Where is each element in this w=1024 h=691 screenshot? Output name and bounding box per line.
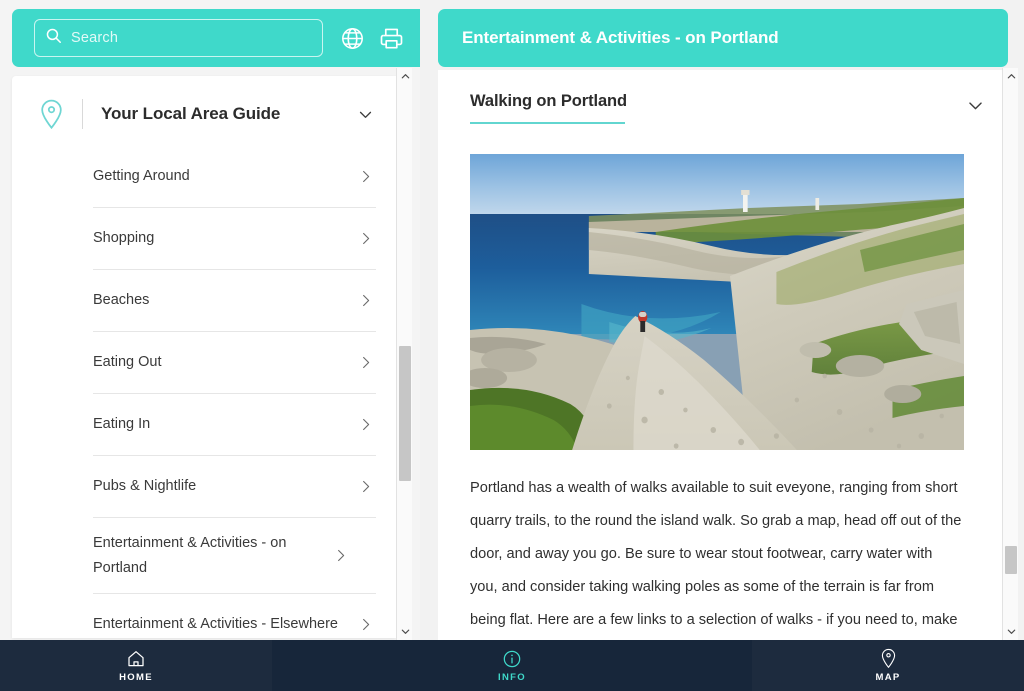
article-paragraph: Portland has a wealth of walks available… <box>470 480 962 628</box>
article-title: Walking on Portland <box>470 92 627 110</box>
sidebar-item-entertainment-elsewhere[interactable]: Entertainment & Activities - Elsewhere <box>93 593 376 638</box>
header-divider <box>82 99 83 129</box>
article-card: Walking on Portland Portland has a wealt… <box>438 70 1008 640</box>
info-icon <box>502 648 522 669</box>
content-pane: Entertainment & Activities - on Portland… <box>438 0 1024 640</box>
bottom-nav-label: INFO <box>498 672 526 683</box>
sidebar-item-label: Shopping <box>93 230 155 246</box>
bottom-nav-info[interactable]: INFO <box>272 640 752 691</box>
sidebar-item-label: Eating Out <box>93 354 162 370</box>
scrollbar-thumb[interactable] <box>399 346 411 481</box>
content-header-bar: Entertainment & Activities - on Portland <box>438 9 1008 67</box>
content-scrollbar[interactable] <box>1002 68 1018 640</box>
sidebar-item-label: Eating In <box>93 416 151 432</box>
bottom-nav-label: MAP <box>875 672 901 683</box>
left-pane: Your Local Area Guide Getting Around <box>0 0 420 640</box>
sidebar-item-pubs-nightlife[interactable]: Pubs & Nightlife <box>93 455 376 517</box>
sidebar-nav-list: Getting Around Shopping Beaches Eating O… <box>93 145 396 638</box>
sidebar-scrollbar[interactable] <box>396 68 412 640</box>
sidebar-title: Your Local Area Guide <box>101 104 281 123</box>
bottom-nav-label: HOME <box>119 672 153 683</box>
search-toolbar <box>12 9 420 67</box>
chevron-down-icon[interactable] <box>354 103 376 125</box>
search-icon <box>45 27 62 49</box>
bottom-navigation: HOME INFO MAP <box>0 640 1024 691</box>
sidebar-item-entertainment-on-portland[interactable]: Entertainment & Activities - on Portland <box>93 517 376 593</box>
chevron-down-icon[interactable] <box>1003 623 1019 640</box>
sidebar-item-eating-out[interactable]: Eating Out <box>93 331 376 393</box>
sidebar-item-eating-in[interactable]: Eating In <box>93 393 376 455</box>
bottom-nav-home[interactable]: HOME <box>0 640 272 691</box>
home-icon <box>126 648 146 669</box>
article-title-wrapper: Walking on Portland <box>470 92 964 124</box>
search-field-wrapper[interactable] <box>34 19 323 57</box>
coastal-path-photo <box>470 154 964 450</box>
title-underline <box>470 122 625 124</box>
chevron-right-icon <box>331 547 349 565</box>
chevron-right-icon <box>356 416 374 434</box>
globe-icon[interactable] <box>337 23 367 53</box>
article-body: Portland has a wealth of walks available… <box>438 450 1008 640</box>
bottom-nav-map[interactable]: MAP <box>752 640 1024 691</box>
sidebar-item-label: Getting Around <box>93 167 190 184</box>
sidebar-item-label: Entertainment & Activities - on Portland <box>93 534 287 576</box>
app-root: Your Local Area Guide Getting Around <box>0 0 1024 691</box>
map-pin-icon <box>879 648 898 669</box>
chevron-down-icon[interactable] <box>397 623 413 640</box>
search-input[interactable] <box>71 30 312 46</box>
chevron-up-icon[interactable] <box>397 68 413 85</box>
article-header[interactable]: Walking on Portland <box>438 70 1008 124</box>
sidebar-item-label: Entertainment & Activities - Elsewhere <box>93 616 338 632</box>
chevron-right-icon <box>356 230 374 248</box>
location-pin-icon <box>34 97 68 131</box>
chevron-right-icon <box>356 292 374 310</box>
sidebar-item-label: Beaches <box>93 292 150 308</box>
chevron-right-icon <box>356 478 374 496</box>
sidebar-item-shopping[interactable]: Shopping <box>93 207 376 269</box>
chevron-up-icon[interactable] <box>1003 68 1019 85</box>
sidebar-scroll-region: Your Local Area Guide Getting Around Sho… <box>12 76 396 638</box>
content-header-title: Entertainment & Activities - on Portland <box>462 28 779 47</box>
chevron-right-icon <box>356 354 374 372</box>
sidebar-item-getting-around[interactable]: Getting Around <box>93 145 376 207</box>
sidebar-item-beaches[interactable]: Beaches <box>93 269 376 331</box>
chevron-right-icon <box>356 616 374 634</box>
sidebar-item-label: Pubs & Nightlife <box>93 478 197 494</box>
article-photo <box>470 154 964 450</box>
chevron-right-icon <box>356 167 374 185</box>
sidebar-guide-header[interactable]: Your Local Area Guide <box>12 83 396 145</box>
scrollbar-thumb[interactable] <box>1005 546 1017 574</box>
printer-icon[interactable] <box>376 23 406 53</box>
chevron-down-icon[interactable] <box>964 94 986 116</box>
